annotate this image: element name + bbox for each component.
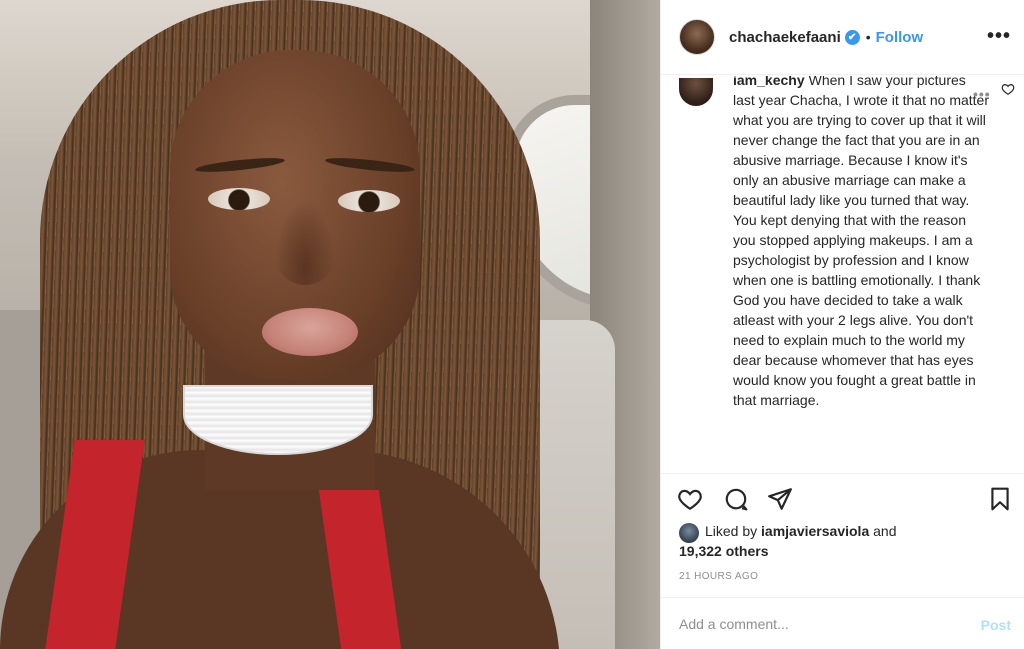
follow-button[interactable]: Follow xyxy=(876,29,924,46)
comment-body: iam_kechy When I saw your pictures last y… xyxy=(733,76,991,410)
post-timestamp[interactable]: 21 HOURS AGO xyxy=(679,571,758,582)
liked-by-line: Liked by iamjaviersaviola and xyxy=(705,523,896,539)
liker-avatar[interactable] xyxy=(679,523,699,543)
add-comment-bar: Post xyxy=(661,597,1024,649)
post-comment-button[interactable]: Post xyxy=(981,617,1011,633)
comment-options-icon[interactable]: ••• xyxy=(973,86,991,102)
separator-dot: • xyxy=(865,29,871,45)
post-header: chachaekefaani ✔ • Follow ••• xyxy=(661,0,1024,75)
author-avatar[interactable] xyxy=(679,19,715,55)
right-eye xyxy=(338,190,400,212)
verified-badge-icon: ✔ xyxy=(844,29,860,45)
comments-list[interactable]: iam_kechy When I saw your pictures last y… xyxy=(661,76,1024,473)
liked-by-prefix: Liked by xyxy=(705,523,762,539)
comment-input[interactable] xyxy=(679,612,949,636)
post-photo[interactable] xyxy=(0,0,660,649)
heart-icon[interactable] xyxy=(677,486,703,512)
bookmark-icon[interactable] xyxy=(987,486,1013,512)
action-bar xyxy=(661,473,1024,523)
comment-heart-icon[interactable] xyxy=(1001,82,1015,96)
author-username[interactable]: chachaekefaani xyxy=(729,29,841,46)
likes-count[interactable]: 19,322 others xyxy=(679,543,769,559)
share-icon[interactable] xyxy=(767,486,793,512)
post-sidebar: chachaekefaani ✔ • Follow ••• iam_kechy W… xyxy=(660,0,1024,649)
commenter-username[interactable]: iam_kechy xyxy=(733,76,805,88)
left-eye xyxy=(208,188,270,210)
lips xyxy=(262,308,358,356)
comment-icon[interactable] xyxy=(723,486,749,512)
nose xyxy=(275,200,335,285)
comment-text: When I saw your pictures last year Chach… xyxy=(733,76,990,408)
commenter-avatar[interactable] xyxy=(679,78,713,106)
liked-by-username[interactable]: iamjaviersaviola xyxy=(761,523,869,539)
more-options-icon[interactable]: ••• xyxy=(987,26,1011,46)
liked-by-suffix: and xyxy=(869,523,897,539)
